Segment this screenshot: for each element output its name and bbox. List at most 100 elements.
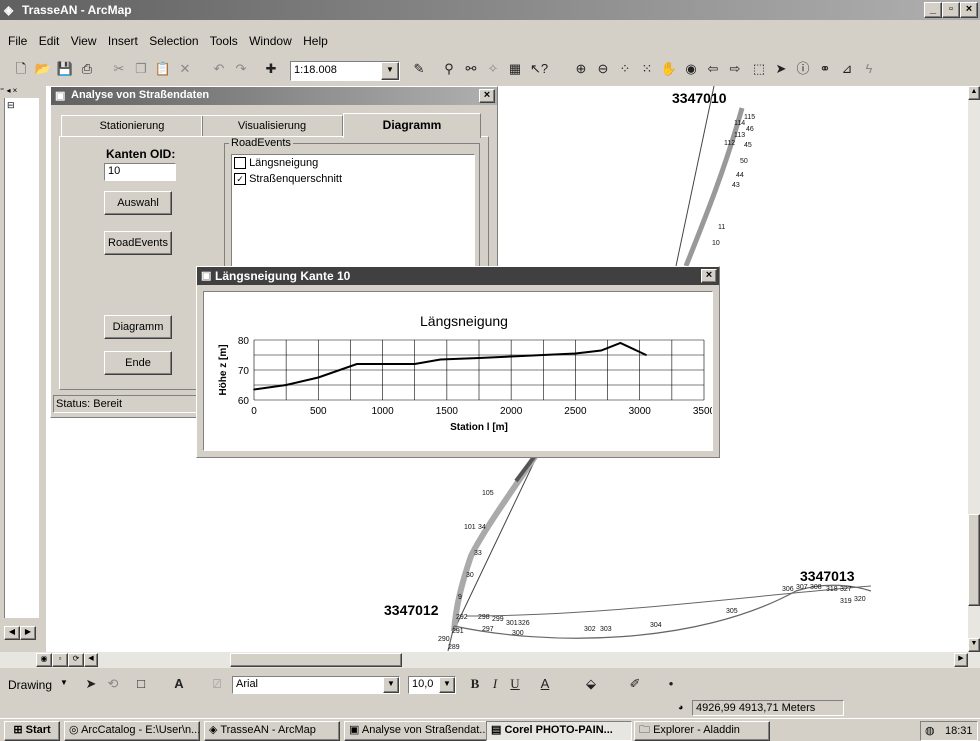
chevron-down-icon[interactable]: ▼ [383,677,399,693]
paste-icon[interactable]: 📋 [154,60,172,78]
select-arrow-icon[interactable]: ➤ [82,675,100,693]
expand-icon[interactable]: ⊟ [7,100,15,111]
checkbox-checked-icon[interactable]: ✓ [234,173,246,186]
font-combo[interactable]: Arial ▼ [232,676,400,694]
add-data-icon[interactable]: ✚ [262,60,280,78]
pan-icon[interactable]: ✋ [660,60,678,78]
italic-button[interactable]: I [486,675,504,693]
map-hscroll-bar[interactable]: ◉ ▫ ⟳ ◀ ▶ [0,652,980,668]
refresh-button[interactable]: ⟳ [68,653,84,667]
marker-color-icon[interactable]: • [662,675,680,693]
toc-scroll-left[interactable]: ◀ [4,626,20,640]
undo-icon[interactable]: ↶ [210,60,228,78]
scroll-right-icon[interactable]: ▶ [954,653,968,667]
scroll-down-icon[interactable]: ▼ [968,638,980,652]
chart-titlebar[interactable]: ▣ Längsneigung Kante 10 × [197,267,719,285]
roadevents-button[interactable]: RoadEvents [104,231,172,255]
select-features-icon[interactable]: ⬚ [750,60,768,78]
sketch-icon[interactable]: ✧ [484,60,502,78]
chevron-down-icon[interactable]: ▼ [381,62,399,80]
diagramm-button[interactable]: Diagramm [104,315,172,339]
data-view-button[interactable]: ◉ [36,653,52,667]
zoom-out-icon[interactable]: ⊖ [594,60,612,78]
taskbar-arccatalog[interactable]: ◎ ArcCatalog - E:\User\n... [64,721,200,741]
font-color-icon[interactable]: A [536,675,554,693]
toc-scroll-right[interactable]: ▶ [20,626,36,640]
text-icon[interactable]: A [170,675,188,693]
checkbox-unchecked-icon[interactable] [234,157,246,170]
rotate-icon[interactable]: ⟲ [104,675,122,693]
table-icon[interactable]: ▦ [506,60,524,78]
start-button[interactable]: ⊞ Start [4,721,60,741]
auswahl-button[interactable]: Auswahl [104,191,172,215]
editor-icon[interactable]: ✎ [410,60,428,78]
toc-handle[interactable]: ⁼ ◂ × [0,86,46,96]
menu-tools[interactable]: Tools [210,34,238,48]
maximize-button[interactable]: ▫ [942,2,960,18]
rectangle-icon[interactable]: □ [132,675,150,693]
menu-window[interactable]: Window [249,34,292,48]
hscroll-thumb[interactable] [230,653,402,667]
taskbar-corel[interactable]: ▤ Corel PHOTO-PAIN... [486,721,632,741]
dialog-titlebar[interactable]: ▣ Analyse von Straßendaten × [51,87,497,105]
scroll-thumb[interactable] [968,514,980,606]
toc-list[interactable]: ⊟ [4,98,39,618]
copy-icon[interactable]: ❐ [132,60,150,78]
kanten-oid-input[interactable]: 10 [104,163,176,181]
scroll-left-icon[interactable]: ◀ [84,653,98,667]
size-combo[interactable]: 10,0 ▼ [408,676,456,694]
scale-combo[interactable]: 1:18.008 ▼ [290,61,400,81]
list-item-laengsneigung[interactable]: Längsneigung [234,157,318,170]
list-item-strassenquerschnitt[interactable]: ✓ Straßenquerschnitt [234,173,342,186]
fixed-zoom-in-icon[interactable]: ⁘ [616,60,634,78]
taskbar-arcmap[interactable]: ◈ TrasseAN - ArcMap [204,721,340,741]
drawing-menu[interactable]: Drawing [8,678,52,692]
minimize-button[interactable]: _ [924,2,942,18]
info-icon[interactable]: ⓘ [794,60,812,78]
save-icon[interactable]: 💾 [56,60,74,78]
dialog-close-button[interactable]: × [479,89,495,103]
tray-icon[interactable]: ◍ [925,724,935,737]
ende-button[interactable]: Ende [104,351,172,375]
menu-view[interactable]: View [71,34,97,48]
menu-insert[interactable]: Insert [108,34,138,48]
whats-this-icon[interactable]: ↖? [530,60,548,78]
line-color-icon[interactable]: ✐ [626,675,644,693]
hyperlink-icon[interactable]: ϟ [860,60,878,78]
menu-help[interactable]: Help [303,34,328,48]
menu-file[interactable]: File [8,34,27,48]
full-extent-icon[interactable]: ◉ [682,60,700,78]
fixed-zoom-out-icon[interactable]: ⁙ [638,60,656,78]
measure-distance-icon[interactable]: ⊿ [838,60,856,78]
close-button[interactable]: × [960,2,978,18]
menu-edit[interactable]: Edit [39,34,60,48]
tab-stationierung[interactable]: Stationierung [61,115,203,136]
find-icon[interactable]: ⚭ [816,60,834,78]
fill-color-icon[interactable]: ⬙ [582,675,600,693]
print-icon[interactable]: ⎙ [78,60,96,78]
bold-button[interactable]: B [466,675,484,693]
forward-icon[interactable]: ⇨ [726,60,744,78]
delete-icon[interactable]: ✕ [176,60,194,78]
back-icon[interactable]: ⇦ [704,60,722,78]
edit-vertices-icon[interactable]: ⍁ [208,675,226,693]
cut-icon[interactable]: ✂ [110,60,128,78]
taskbar-explorer[interactable]: 🗀 Explorer - Aladdin [634,721,770,741]
chart-close-button[interactable]: × [701,269,717,283]
redo-icon[interactable]: ↷ [232,60,250,78]
open-icon[interactable]: 📂 [34,60,52,78]
identify-tool-icon[interactable]: ⚲ [440,60,458,78]
underline-button[interactable]: U [506,675,524,693]
new-icon[interactable]: 🗋 [12,60,30,78]
select-elements-icon[interactable]: ➤ [772,60,790,78]
tab-diagramm[interactable]: Diagramm [343,113,481,138]
scroll-up-icon[interactable]: ▲ [968,86,980,100]
chevron-down-icon[interactable]: ▼ [439,677,455,693]
chevron-down-icon[interactable]: ▼ [60,678,68,687]
layout-view-button[interactable]: ▫ [52,653,68,667]
taskbar-analyse[interactable]: ▣ Analyse von Straßendat... [344,721,488,741]
menu-selection[interactable]: Selection [149,34,198,48]
map-vscrollbar[interactable]: ▲ ▼ [968,86,980,652]
zoom-in-icon[interactable]: ⊕ [572,60,590,78]
measure-icon[interactable]: ⚯ [462,60,480,78]
